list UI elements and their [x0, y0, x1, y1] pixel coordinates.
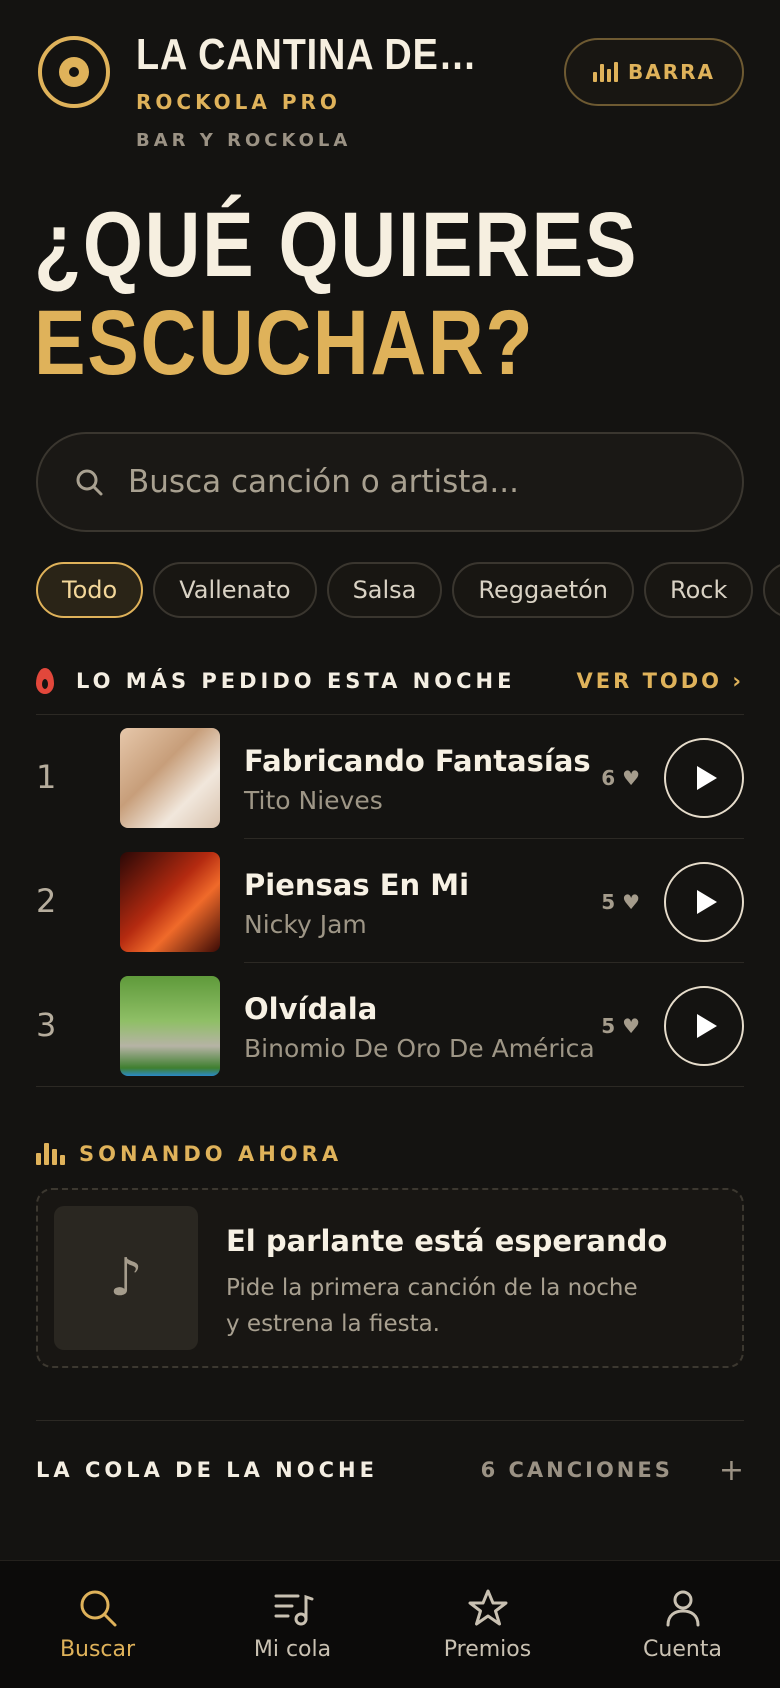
equalizer-icon [36, 1143, 65, 1165]
nav-item-mi-cola[interactable]: Mi cola [195, 1561, 390, 1688]
now-playing-headline: El parlante está esperando [226, 1224, 668, 1258]
user-icon [666, 1590, 699, 1627]
nav-item-buscar[interactable]: Buscar [0, 1561, 195, 1688]
song-artist: Tito Nieves [244, 786, 383, 815]
queue-title: LA COLA DE LA NOCHE [36, 1458, 378, 1482]
album-art [120, 852, 220, 952]
vote-count: 5 ♥ [601, 1014, 640, 1038]
nav-label: Premios [443, 1637, 532, 1662]
see-all-link[interactable]: VER TODO › [576, 669, 744, 693]
top-requested-header: LO MÁS PEDIDO ESTA NOCHE VER TODO › [36, 664, 744, 698]
nav-label: Cuenta [643, 1637, 722, 1662]
expand-plus-icon[interactable]: + [719, 1453, 744, 1488]
song-rank: 3 [36, 1006, 57, 1044]
queue-music-icon [274, 1594, 313, 1626]
chip-more[interactable] [763, 562, 780, 618]
nav-label: Buscar [59, 1637, 136, 1662]
hero-line-1: ¿QUÉ QUIERES [34, 194, 639, 296]
album-art [120, 728, 220, 828]
equalizer-icon [592, 62, 618, 82]
flame-icon [36, 668, 54, 694]
chip-salsa[interactable]: Salsa [326, 562, 443, 618]
barra-button-label: BARRA [627, 60, 715, 84]
play-button[interactable] [664, 986, 744, 1066]
brand-label: ROCKOLA PRO [136, 90, 341, 114]
now-playing-title: SONANDO AHORA [79, 1142, 343, 1166]
vote-count: 6 ♥ [601, 766, 640, 790]
song-artist: Nicky Jam [244, 910, 367, 939]
nav-label: Mi cola [253, 1637, 332, 1662]
divider [36, 1420, 744, 1421]
play-button[interactable] [664, 862, 744, 942]
search-icon [80, 1590, 116, 1627]
nav-item-premios[interactable]: Premios [390, 1561, 585, 1688]
now-playing-card: ♪ El parlante está esperando Pide la pri… [36, 1188, 744, 1368]
search-placeholder: Busca canción o artista... [128, 464, 519, 500]
song-title: Piensas En Mi [244, 868, 470, 902]
play-icon [696, 890, 717, 914]
venue-name: LA CANTINA DEL CENT… [136, 30, 489, 79]
divider [244, 838, 744, 839]
divider [244, 962, 744, 963]
play-icon [696, 1014, 717, 1038]
section-title: LO MÁS PEDIDO ESTA NOCHE [76, 669, 516, 693]
song-title: Olvídala [244, 992, 378, 1026]
venue-subtitle: BAR Y ROCKOLA [136, 130, 352, 151]
hero-line-2: ESCUCHAR? [34, 292, 535, 394]
play-button[interactable] [664, 738, 744, 818]
play-icon [696, 766, 717, 790]
song-rank: 1 [36, 758, 57, 796]
music-note-icon: ♪ [54, 1206, 198, 1350]
divider [36, 714, 744, 715]
star-icon [468, 1589, 507, 1626]
vinyl-logo-icon [38, 36, 110, 108]
search-input[interactable]: Busca canción o artista... [36, 432, 744, 532]
chip-vallenato[interactable]: Vallenato [153, 562, 317, 618]
song-artist: Binomio De Oro De América [244, 1034, 595, 1063]
hero-heading: ¿QUÉ QUIERES ESCUCHAR? [34, 196, 638, 392]
bottom-nav: Buscar Mi cola Premios Cuenta [0, 1560, 780, 1688]
song-row[interactable]: 3 Olvídala Binomio De Oro De América 5 ♥ [36, 964, 744, 1088]
vote-count: 5 ♥ [601, 890, 640, 914]
search-icon [76, 469, 103, 496]
chip-reggaeton[interactable]: Reggaetón [452, 562, 634, 618]
song-rank: 2 [36, 882, 57, 920]
song-row[interactable]: 1 Fabricando Fantasías Tito Nieves 6 ♥ [36, 716, 744, 840]
song-row[interactable]: 2 Piensas En Mi Nicky Jam 5 ♥ [36, 840, 744, 964]
divider [36, 1086, 744, 1087]
chip-rock[interactable]: Rock [644, 562, 754, 618]
queue-section[interactable]: LA COLA DE LA NOCHE 6 CANCIONES + [36, 1450, 744, 1490]
nav-item-cuenta[interactable]: Cuenta [585, 1561, 780, 1688]
song-title: Fabricando Fantasías [244, 744, 591, 778]
barra-button[interactable]: BARRA [564, 38, 744, 106]
chip-todo[interactable]: Todo [36, 562, 144, 618]
genre-chips: Todo Vallenato Salsa Reggaetón Rock [36, 562, 780, 618]
queue-count: 6 CANCIONES [480, 1458, 673, 1482]
header: LA CANTINA DEL CENT… ROCKOLA PRO BAR Y R… [36, 30, 744, 160]
now-playing-message: Pide la primera canción de la noche y es… [226, 1275, 638, 1337]
now-playing-header: SONANDO AHORA [36, 1142, 342, 1166]
album-art [120, 976, 220, 1076]
